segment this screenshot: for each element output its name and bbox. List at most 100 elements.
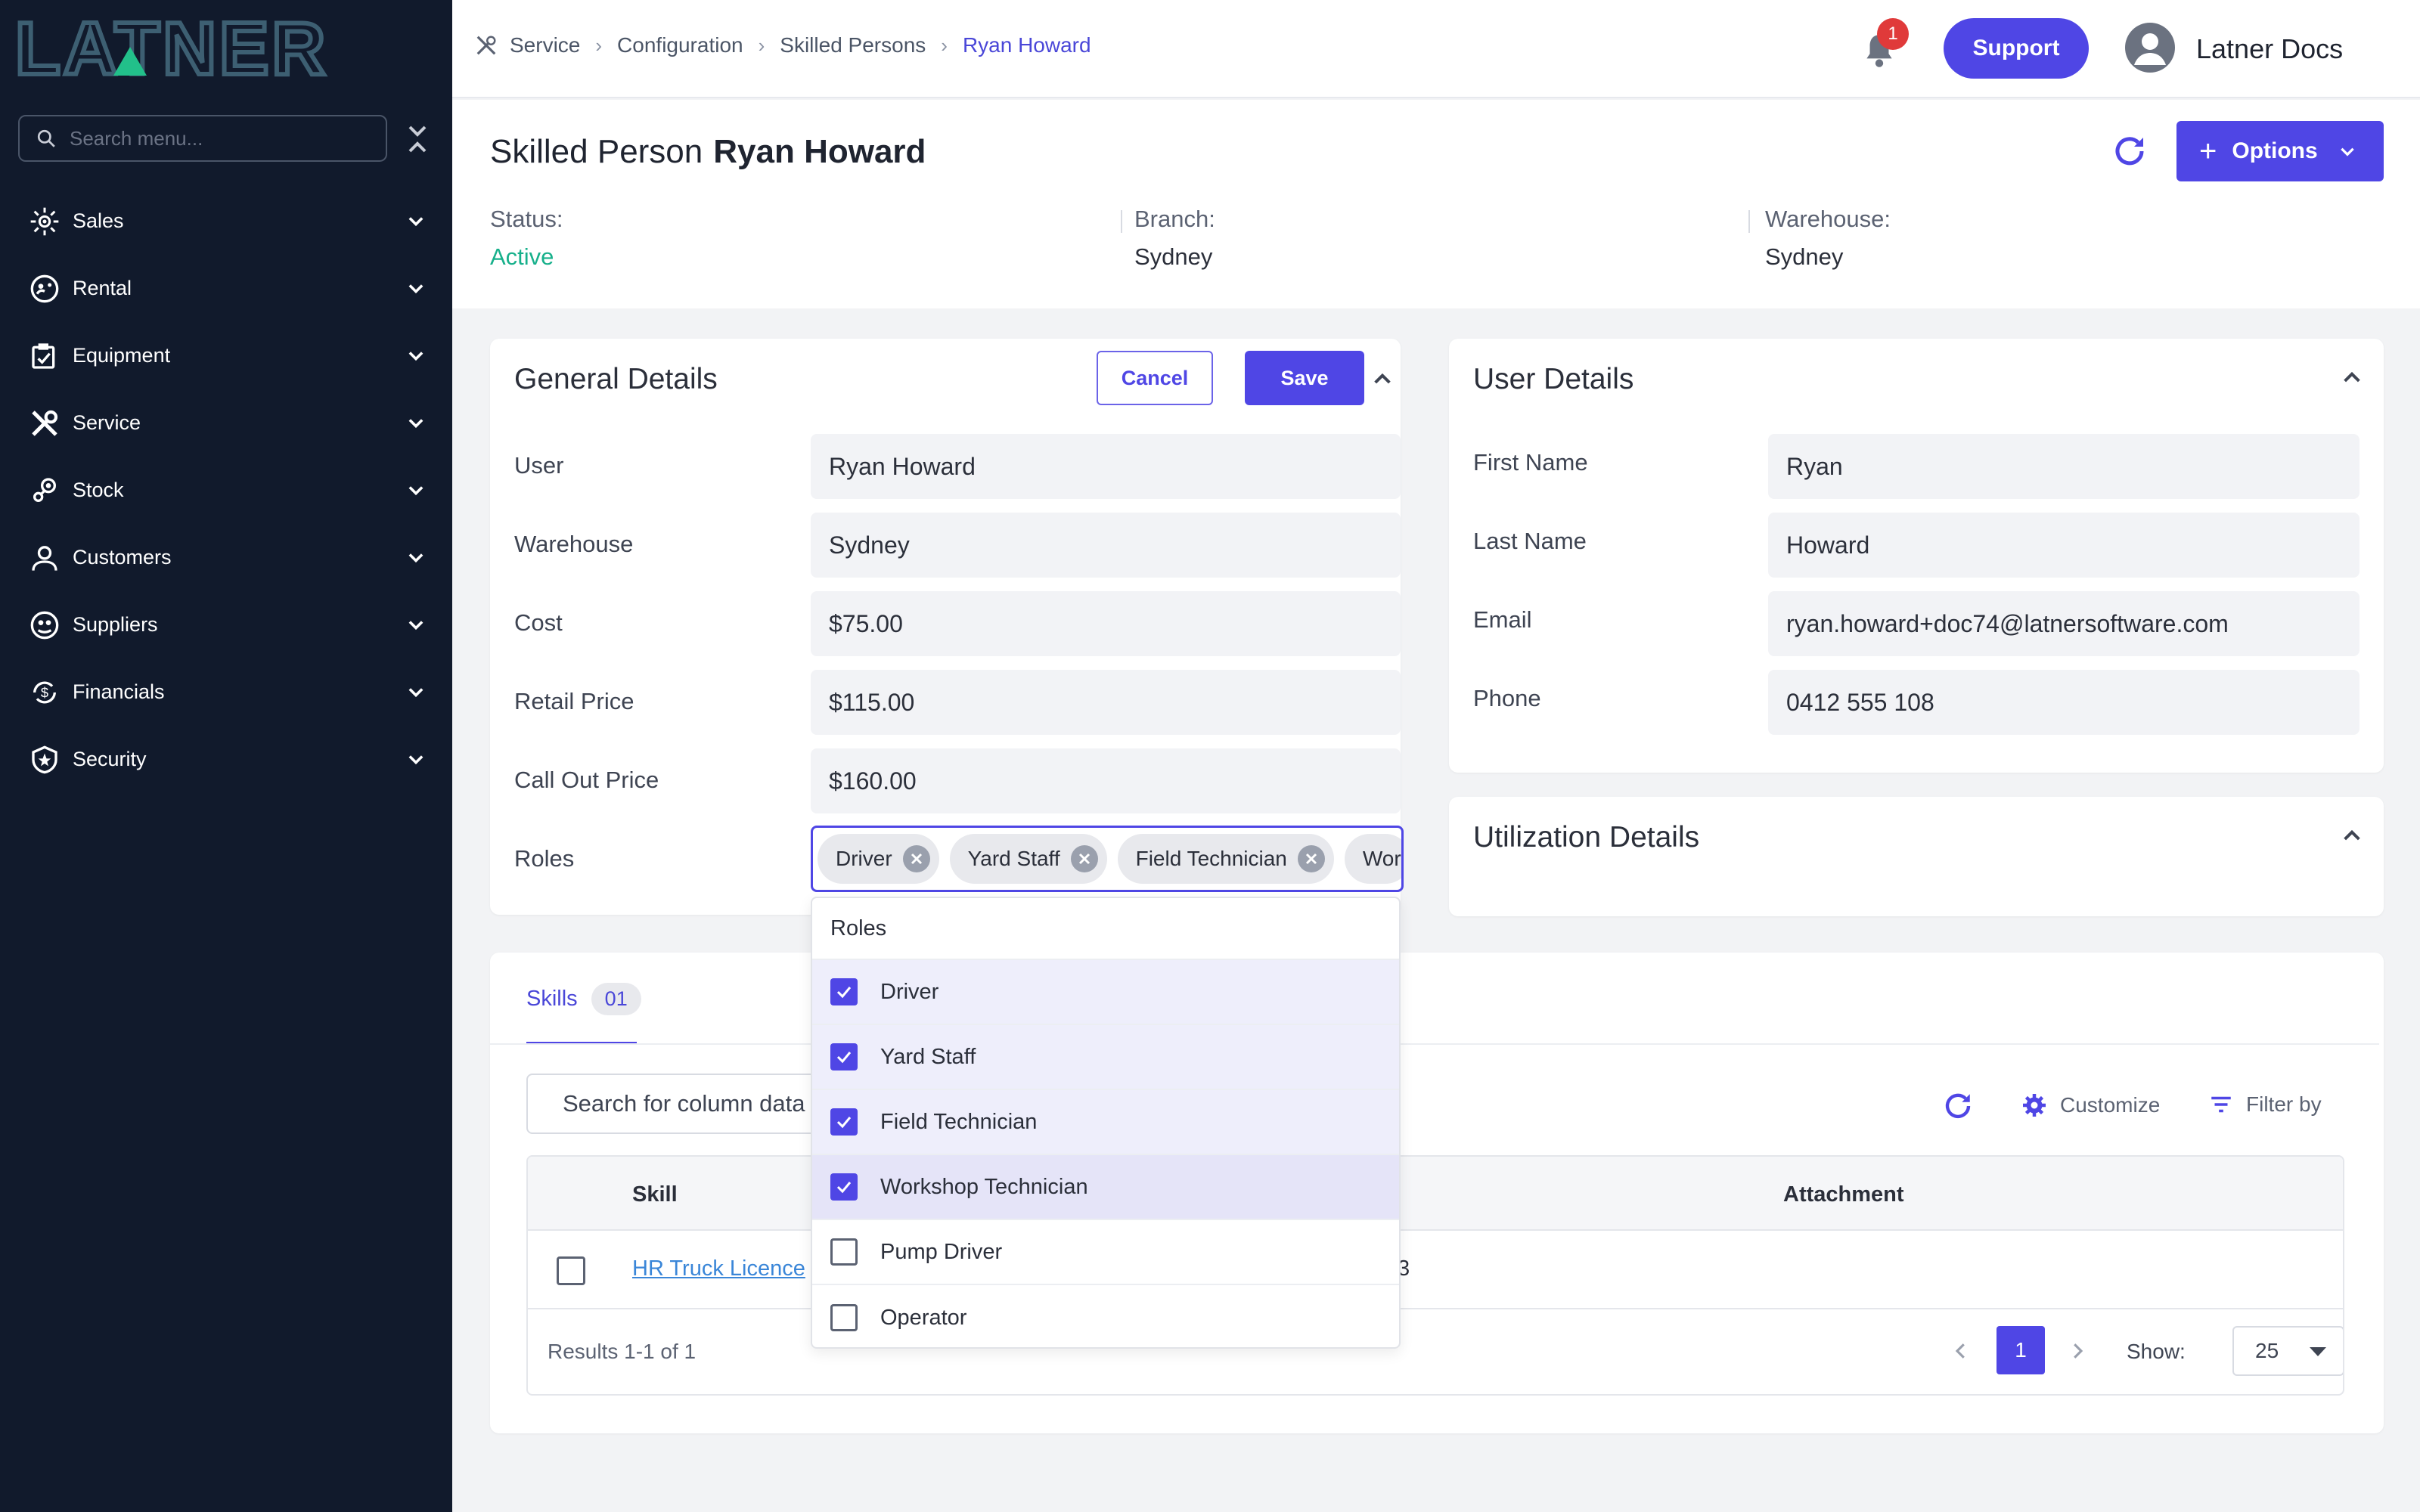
skills-table: Skill Attachment HR Truck Licence 3 Resu… [526, 1155, 2344, 1396]
breadcrumb-separator: › [595, 33, 603, 57]
latner-logo[interactable]: LATNER [15, 17, 424, 79]
role-option-workshop-technician[interactable]: Workshop Technician [812, 1155, 1399, 1220]
sidebar: LATNER Sales Rental Equipment Service [0, 0, 452, 1512]
tab-divider [490, 1043, 2379, 1045]
role-option-operator[interactable]: Operator [812, 1285, 1399, 1347]
page-title-prefix: Skilled Person [490, 133, 703, 170]
tab-skills[interactable]: Skills 01 [526, 983, 641, 1015]
user-field[interactable]: Ryan Howard [811, 434, 1401, 499]
roles-dropdown: Roles Driver Yard Staff Field Technician… [811, 897, 1401, 1349]
checkbox-checked-icon[interactable] [830, 1108, 858, 1136]
refresh-icon[interactable] [2111, 133, 2148, 169]
table-search-input[interactable] [563, 1090, 827, 1117]
role-option-label: Workshop Technician [880, 1174, 1088, 1199]
notification-badge: 1 [1877, 18, 1909, 50]
sidebar-item-suppliers[interactable]: Suppliers [0, 591, 452, 658]
sidebar-item-label: Rental [73, 277, 132, 299]
breadcrumb-service[interactable]: Service [510, 33, 580, 57]
role-chip-label: Field Technician [1135, 847, 1287, 870]
chevron-down-icon [408, 352, 424, 361]
sidebar-item-label: Equipment [73, 344, 171, 367]
sidebar-item-customers[interactable]: Customers [0, 524, 452, 591]
chevron-up-icon[interactable] [2340, 824, 2364, 848]
menu-search[interactable] [18, 115, 387, 162]
tab-skills-label: Skills [526, 987, 578, 1011]
role-option-pump-driver[interactable]: Pump Driver [812, 1220, 1399, 1285]
column-header-attachment[interactable]: Attachment [1783, 1182, 1904, 1207]
chevron-up-icon[interactable] [1370, 367, 1395, 392]
breadcrumb-configuration[interactable]: Configuration [617, 33, 743, 57]
sidebar-nav: Sales Rental Equipment Service Stock Cus… [0, 187, 452, 793]
checkbox-checked-icon[interactable] [830, 1043, 858, 1070]
support-button[interactable]: Support [1944, 18, 2089, 79]
role-option-field-technician[interactable]: Field Technician [812, 1090, 1399, 1155]
phone-field[interactable]: 0412 555 108 [1768, 670, 2360, 735]
user-details-title: User Details [1473, 363, 1634, 395]
avatar[interactable] [2125, 23, 2175, 73]
chevron-up-icon[interactable] [2340, 366, 2364, 390]
chevron-left-icon[interactable] [1950, 1340, 1972, 1362]
save-button[interactable]: Save [1245, 351, 1364, 405]
sales-icon [29, 206, 60, 237]
chevron-down-icon [408, 217, 424, 227]
role-chip-driver: Driver [818, 834, 939, 884]
sidebar-item-rental[interactable]: Rental [0, 255, 452, 322]
cancel-button[interactable]: Cancel [1097, 351, 1213, 405]
retail-price-field[interactable]: $115.00 [811, 670, 1401, 735]
checkbox-unchecked-icon[interactable] [830, 1304, 858, 1331]
table-search[interactable] [526, 1074, 829, 1134]
last-name-field[interactable]: Howard [1768, 513, 2360, 578]
checkbox-checked-icon[interactable] [830, 1173, 858, 1201]
page-size-select[interactable]: 25 [2232, 1326, 2343, 1376]
sidebar-item-service[interactable]: Service [0, 389, 452, 457]
user-name[interactable]: Latner Docs [2196, 33, 2343, 65]
customize-button[interactable]: Customize [2021, 1092, 2160, 1119]
close-icon[interactable] [1297, 845, 1325, 872]
user-details-card: User Details First Name Ryan Last Name H… [1449, 339, 2384, 773]
chevron-down-icon [408, 486, 424, 496]
email-field[interactable]: ryan.howard+doc74@latnersoftware.com [1768, 591, 2360, 656]
svg-text:LATNER: LATNER [15, 17, 328, 79]
sidebar-item-financials[interactable]: $ Financials [0, 658, 452, 726]
page-title: Skilled Person Ryan Howard [490, 133, 926, 171]
call-out-price-label: Call Out Price [514, 767, 659, 793]
sidebar-item-sales[interactable]: Sales [0, 187, 452, 255]
retail-price-label: Retail Price [514, 688, 634, 714]
sidebar-item-label: Suppliers [73, 613, 158, 636]
roles-multiselect[interactable]: Driver Yard Staff Field Technician Wor [811, 826, 1404, 892]
filter-button[interactable]: Filter by [2208, 1092, 2322, 1117]
checkbox-unchecked-icon[interactable] [830, 1238, 858, 1266]
row-checkbox[interactable] [557, 1256, 585, 1285]
call-out-price-field[interactable]: $160.00 [811, 748, 1401, 813]
stock-icon [29, 475, 60, 507]
skill-link[interactable]: HR Truck Licence [632, 1256, 805, 1281]
general-details-title: General Details [514, 363, 718, 395]
page-current[interactable]: 1 [1996, 1326, 2045, 1374]
first-name-field[interactable]: Ryan [1768, 434, 2360, 499]
checkbox-checked-icon[interactable] [830, 978, 858, 1005]
suppliers-icon [29, 609, 60, 641]
chevron-down-icon [2340, 147, 2354, 156]
cost-field[interactable]: $75.00 [811, 591, 1401, 656]
branch-block: Branch: Sydney [1134, 206, 1215, 271]
breadcrumb-skilled-persons[interactable]: Skilled Persons [780, 33, 926, 57]
close-icon[interactable] [902, 845, 930, 872]
roles-dropdown-header: Roles [812, 898, 1399, 960]
role-option-driver[interactable]: Driver [812, 960, 1399, 1025]
chevron-right-icon[interactable] [2066, 1340, 2089, 1362]
refresh-icon[interactable] [1942, 1090, 1974, 1122]
role-chip-field-technician: Field Technician [1117, 834, 1334, 884]
options-button[interactable]: + Options [2176, 121, 2384, 181]
warehouse-block: Warehouse: Sydney [1765, 206, 1891, 271]
collapse-sidebar-icon[interactable] [405, 124, 430, 154]
sidebar-item-equipment[interactable]: Equipment [0, 322, 452, 389]
menu-search-input[interactable] [70, 126, 357, 150]
sidebar-item-label: Customers [73, 546, 172, 569]
column-header-skill[interactable]: Skill [632, 1182, 678, 1207]
role-option-yard-staff[interactable]: Yard Staff [812, 1025, 1399, 1090]
close-icon[interactable] [1070, 845, 1098, 872]
role-option-label: Yard Staff [880, 1044, 976, 1069]
sidebar-item-security[interactable]: Security [0, 726, 452, 793]
sidebar-item-stock[interactable]: Stock [0, 457, 452, 524]
warehouse-field[interactable]: Sydney [811, 513, 1401, 578]
